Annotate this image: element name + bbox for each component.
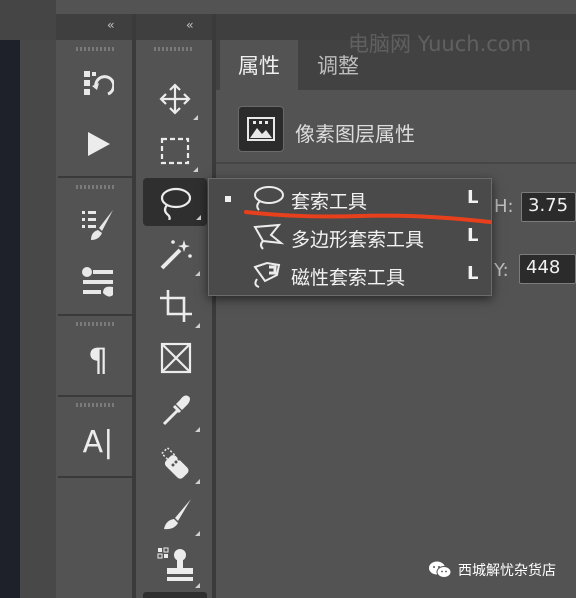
move-icon[interactable]	[156, 80, 198, 120]
frame-icon[interactable]	[156, 338, 196, 378]
toolbar-grip[interactable]	[154, 47, 194, 51]
paragraph-icon[interactable]: ¶	[80, 340, 116, 380]
menu-item-label: 套索工具	[291, 191, 368, 213]
document-canvas-edge	[0, 40, 20, 598]
menu-item-lasso-tool[interactable]: 套索工具 L	[209, 181, 491, 217]
play-action-icon[interactable]	[80, 126, 116, 162]
menu-item-label: 多边形套索工具	[291, 229, 425, 251]
lasso-tool-flyout-menu: 套索工具 L 多边形套索工具 L 磁性套索工具 L	[208, 178, 492, 296]
brush-presets-icon[interactable]	[78, 262, 118, 302]
lasso-icon	[160, 187, 192, 220]
selected-indicator	[225, 196, 231, 202]
history-icon[interactable]	[78, 66, 116, 104]
character-icon[interactable]: A|	[78, 422, 118, 462]
collapse-panels-right-button[interactable]: ‹‹	[186, 18, 193, 32]
magnetic-lasso-icon	[249, 259, 285, 295]
marquee-icon[interactable]	[156, 132, 198, 172]
shortcut-key: L	[467, 187, 479, 208]
crop-icon[interactable]	[156, 286, 200, 328]
wechat-account-badge: 西城解忧杂货店	[428, 560, 556, 580]
h-label: H:	[494, 196, 514, 217]
shortcut-key: L	[467, 225, 479, 246]
healing-brush-icon[interactable]	[156, 442, 200, 484]
menu-item-polygonal-lasso-tool[interactable]: 多边形套索工具 L	[209, 219, 491, 255]
clone-stamp-icon[interactable]	[154, 544, 200, 588]
dock-grip[interactable]	[76, 322, 114, 326]
shortcut-key: L	[467, 263, 479, 284]
collapse-panels-left-button[interactable]: ‹‹	[107, 18, 114, 32]
polygonal-lasso-icon	[249, 221, 285, 257]
dock-grip[interactable]	[76, 185, 114, 189]
y-label: Y:	[494, 260, 509, 281]
wechat-icon	[429, 561, 452, 578]
dock-grip[interactable]	[76, 403, 114, 407]
layer-properties-title: 像素图层属性	[295, 122, 415, 146]
wechat-account-name: 西城解忧杂货店	[458, 563, 556, 579]
eyedropper-icon[interactable]	[156, 390, 200, 432]
lasso-tool-button[interactable]	[143, 178, 207, 226]
document-top-strip	[0, 0, 56, 40]
lasso-icon	[249, 183, 285, 219]
watermark-text: 电脑网 Yuuch.com	[348, 32, 532, 56]
pixel-layer-icon	[238, 106, 284, 152]
menu-item-magnetic-lasso-tool[interactable]: 磁性套索工具 L	[209, 257, 491, 293]
document-frame	[20, 40, 56, 598]
height-field[interactable]: 3.75	[521, 192, 576, 222]
panel-icon-dock	[58, 40, 132, 598]
magic-wand-icon[interactable]	[156, 234, 200, 276]
panel-divider	[216, 162, 576, 164]
brush-settings-icon[interactable]	[78, 205, 118, 245]
brush-icon[interactable]	[156, 494, 200, 536]
menu-item-label: 磁性套索工具	[291, 267, 406, 289]
tab-properties[interactable]: 属性	[220, 40, 298, 90]
y-position-field[interactable]: 448	[519, 254, 576, 284]
dock-grip[interactable]	[76, 47, 114, 51]
toolbar-next-tool[interactable]	[143, 592, 207, 598]
